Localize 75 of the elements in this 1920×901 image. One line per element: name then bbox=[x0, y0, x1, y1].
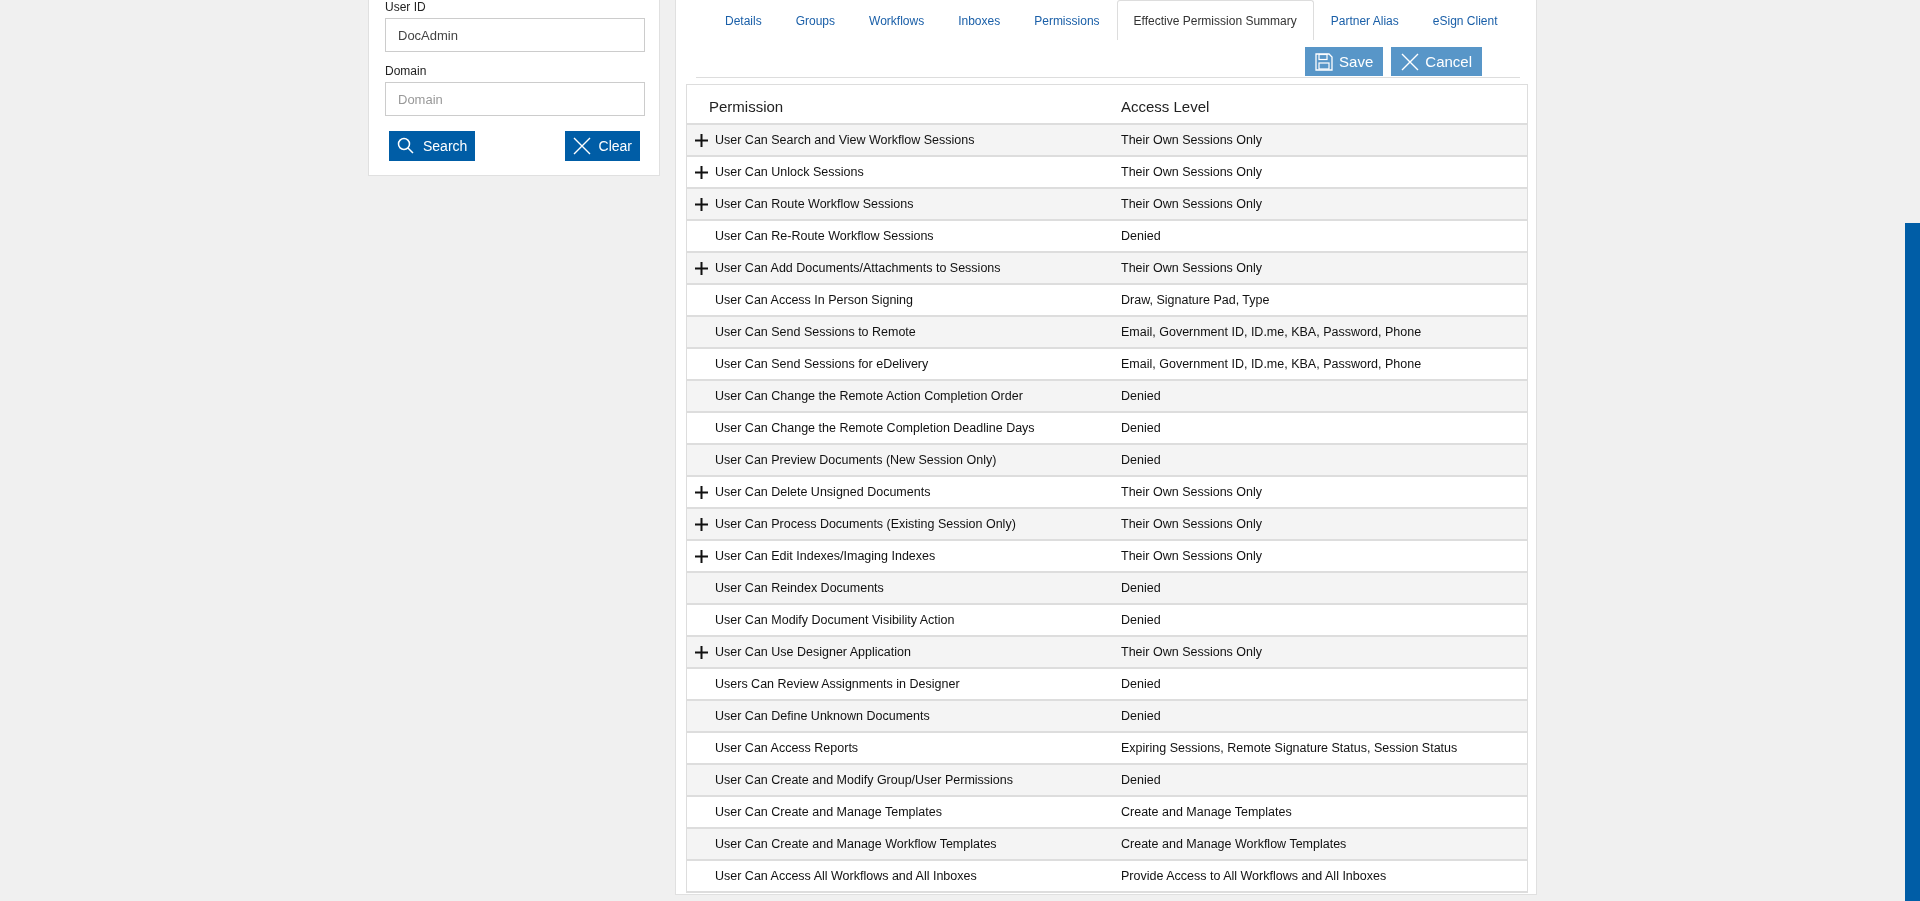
table-cell: Create and Manage Templates bbox=[1121, 805, 1292, 819]
table-cell: Their Own Sessions Only bbox=[1121, 261, 1263, 275]
table-cell: User Can Route Workflow Sessions bbox=[715, 197, 914, 211]
plus-icon[interactable] bbox=[694, 517, 708, 531]
plus-icon[interactable] bbox=[694, 165, 708, 179]
table-cell: User Can Change the Remote Action Completion Order bbox=[715, 389, 1023, 403]
table-cell: Their Own Sessions Only bbox=[1121, 645, 1263, 659]
table-cell: Their Own Sessions Only bbox=[1121, 133, 1263, 147]
table-cell: User Can Add Documents/Attachments to Sessions bbox=[715, 261, 1001, 275]
table-cell: Expiring Sessions, Remote Signature Status, Session Status bbox=[1121, 741, 1458, 755]
input-field[interactable]: Domain bbox=[385, 82, 645, 116]
tab[interactable]: Details bbox=[708, 0, 779, 40]
table-cell: User Can Reindex Documents bbox=[715, 581, 884, 595]
tab[interactable]: Groups bbox=[778, 0, 853, 40]
table-cell: Denied bbox=[1121, 613, 1161, 627]
plus-icon[interactable] bbox=[694, 645, 708, 659]
input-field[interactable]: DocAdmin bbox=[385, 18, 645, 52]
table-cell: Denied bbox=[1121, 453, 1161, 467]
plus-icon[interactable] bbox=[694, 261, 708, 275]
table-cell: User Can Create and Manage Workflow Templates bbox=[715, 837, 997, 851]
table-cell: Create and Manage Workflow Templates bbox=[1121, 837, 1347, 851]
table-cell: Denied bbox=[1121, 709, 1161, 723]
plus-icon[interactable] bbox=[694, 133, 708, 147]
table-cell: Denied bbox=[1121, 389, 1161, 403]
tab[interactable]: Inboxes bbox=[941, 0, 1018, 40]
table-cell: User Can Create and Manage Templates bbox=[715, 805, 942, 819]
field-label: User ID bbox=[385, 1, 426, 14]
table-cell: User Can Create and Modify Group/User Permissions bbox=[715, 773, 1014, 787]
table-cell: Denied bbox=[1121, 677, 1161, 691]
table-cell: Email, Government ID, ID.me, KBA, Password, Phone bbox=[1121, 325, 1422, 339]
table-cell: User Can Access All Workflows and All Inboxes bbox=[715, 869, 977, 883]
table-cell: User Can Process Documents (Existing Session Only) bbox=[715, 517, 1016, 531]
table-cell: Denied bbox=[1121, 229, 1161, 243]
table-cell: User Can Re-Route Workflow Sessions bbox=[715, 229, 934, 243]
table-cell: User Can Preview Documents (New Session Only) bbox=[715, 453, 997, 467]
table-cell: User Can Unlock Sessions bbox=[715, 165, 864, 179]
table-cell: User Can Search and View Workflow Sessions bbox=[715, 133, 975, 147]
table-cell: Denied bbox=[1121, 581, 1161, 595]
column-header: Access Level bbox=[1121, 97, 1210, 115]
table-cell: User Can Modify Document Visibility Action bbox=[715, 613, 955, 627]
plus-icon[interactable] bbox=[694, 197, 708, 211]
search-button[interactable]: Search bbox=[389, 131, 476, 161]
table-cell: User Can Access Reports bbox=[715, 741, 859, 755]
table-cell: Their Own Sessions Only bbox=[1121, 485, 1263, 499]
table-cell: Provide Access to All Workflows and All Inboxes bbox=[1121, 869, 1387, 883]
table-cell: Denied bbox=[1121, 773, 1161, 787]
tab[interactable]: eSign Client bbox=[1415, 0, 1515, 40]
table-cell: User Can Access In Person Signing bbox=[715, 293, 914, 307]
search-icon bbox=[397, 137, 415, 155]
table-cell: User Can Send Sessions for eDelivery bbox=[715, 357, 929, 371]
field-label: Domain bbox=[385, 65, 427, 78]
tab[interactable]: Partner Alias bbox=[1313, 0, 1416, 40]
table-cell: Their Own Sessions Only bbox=[1121, 549, 1263, 563]
table-cell: User Can Define Unknown Documents bbox=[715, 709, 930, 723]
table-cell: Users Can Review Assignments in Designer bbox=[715, 677, 960, 691]
table-cell: User Can Delete Unsigned Documents bbox=[715, 485, 931, 499]
tab[interactable]: Effective Permission Summary bbox=[1116, 0, 1314, 40]
table-cell: User Can Send Sessions to Remote bbox=[715, 325, 916, 339]
table-cell: Their Own Sessions Only bbox=[1121, 517, 1263, 531]
table-cell: Their Own Sessions Only bbox=[1121, 165, 1263, 179]
column-header: Permission bbox=[709, 97, 784, 115]
close-icon bbox=[1401, 52, 1420, 71]
close-icon bbox=[572, 137, 591, 155]
table-cell: User Can Edit Indexes/Imaging Indexes bbox=[715, 549, 936, 563]
table-cell: Email, Government ID, ID.me, KBA, Password, Phone bbox=[1121, 357, 1422, 371]
plus-icon[interactable] bbox=[694, 485, 708, 499]
table-cell: Denied bbox=[1121, 421, 1161, 435]
tab[interactable]: Workflows bbox=[852, 0, 942, 40]
table-cell: Draw, Signature Pad, Type bbox=[1121, 293, 1270, 307]
plus-icon[interactable] bbox=[694, 549, 708, 563]
table-cell: Their Own Sessions Only bbox=[1121, 197, 1263, 211]
tab[interactable]: Permissions bbox=[1017, 0, 1117, 40]
table-cell: User Can Use Designer Application bbox=[715, 645, 911, 659]
table-cell: User Can Change the Remote Completion Deadline Days bbox=[715, 421, 1035, 435]
clear-button[interactable]: Clear bbox=[564, 131, 640, 161]
